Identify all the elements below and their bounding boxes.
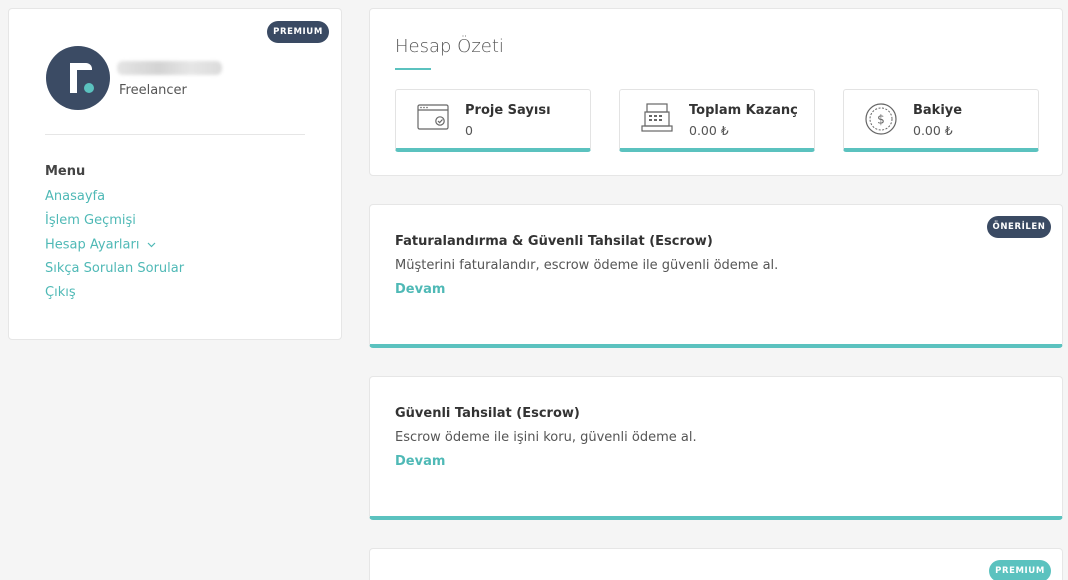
recommended-badge: ÖNERİLEN bbox=[987, 216, 1051, 238]
offer-card-escrow: Güvenli Tahsilat (Escrow) Escrow ödeme i… bbox=[369, 376, 1063, 520]
continue-link[interactable]: Devam bbox=[395, 454, 445, 469]
stat-project-count: Proje Sayısı 0 bbox=[395, 89, 591, 152]
summary-title: Hesap Özeti bbox=[395, 36, 504, 57]
stat-label: Bakiye bbox=[913, 103, 963, 118]
premium-badge: PREMIUM bbox=[989, 560, 1051, 580]
title-underline bbox=[395, 68, 431, 70]
offer-card-premium: PREMIUM bbox=[369, 548, 1063, 580]
dashboard-page: PREMIUM Freelancer Menu Anasayfa İşlem G… bbox=[0, 0, 1068, 580]
menu-item-transaction-history[interactable]: İşlem Geçmişi bbox=[45, 209, 184, 233]
offer-title: Faturalandırma & Güvenli Tahsilat (Escro… bbox=[395, 234, 713, 249]
stat-value: 0 bbox=[465, 123, 473, 138]
stat-value: 0.00 ₺ bbox=[689, 123, 729, 138]
stat-total-earnings: Toplam Kazanç 0.00 ₺ bbox=[619, 89, 815, 152]
avatar[interactable] bbox=[46, 46, 110, 110]
offer-card-invoicing-escrow: ÖNERİLEN Faturalandırma & Güvenli Tahsil… bbox=[369, 204, 1063, 348]
stat-value: 0.00 ₺ bbox=[913, 123, 953, 138]
menu-item-faq[interactable]: Sıkça Sorulan Sorular bbox=[45, 257, 184, 281]
offer-title: Güvenli Tahsilat (Escrow) bbox=[395, 406, 580, 421]
username-redacted bbox=[117, 61, 222, 75]
menu-item-logout[interactable]: Çıkış bbox=[45, 281, 184, 305]
chevron-down-icon bbox=[147, 233, 156, 257]
stat-balance: $ Bakiye 0.00 ₺ bbox=[843, 89, 1039, 152]
premium-badge: PREMIUM bbox=[267, 21, 329, 43]
menu-item-label: Hesap Ayarları bbox=[45, 237, 140, 253]
continue-link[interactable]: Devam bbox=[395, 282, 445, 297]
stat-label: Toplam Kazanç bbox=[689, 103, 798, 118]
profile-sidebar: PREMIUM Freelancer Menu Anasayfa İşlem G… bbox=[8, 8, 342, 340]
offer-description: Escrow ödeme ile işini koru, güvenli öde… bbox=[395, 430, 697, 445]
user-role: Freelancer bbox=[119, 83, 187, 98]
menu-item-home[interactable]: Anasayfa bbox=[45, 185, 184, 209]
offer-description: Müşterini faturalandır, escrow ödeme ile… bbox=[395, 258, 779, 273]
stat-label: Proje Sayısı bbox=[465, 103, 551, 118]
menu-list: Anasayfa İşlem Geçmişi Hesap Ayarları Sı… bbox=[45, 185, 184, 305]
account-summary: Hesap Özeti Proje Sayısı 0 Toplam Kazanç… bbox=[369, 8, 1063, 176]
menu-item-account-settings[interactable]: Hesap Ayarları bbox=[45, 233, 184, 257]
menu-title: Menu bbox=[45, 164, 86, 179]
divider bbox=[45, 134, 305, 135]
svg-text:$: $ bbox=[877, 113, 885, 127]
